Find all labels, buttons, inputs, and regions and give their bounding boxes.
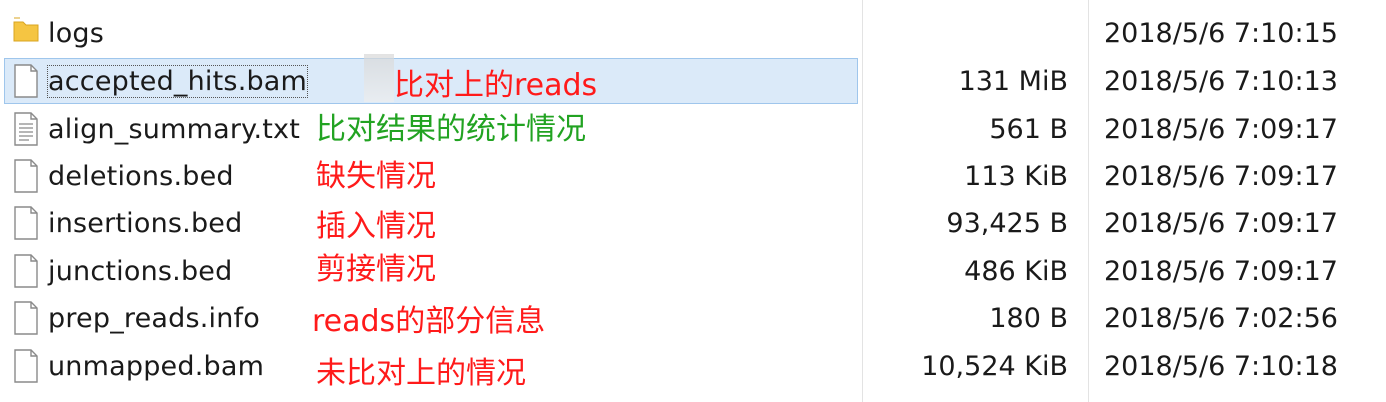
file-row-deletions[interactable]: deletions.bed 缺失情况 113 KiB 2018/5/6 7:09…: [0, 153, 1386, 199]
file-size: 113 KiB: [964, 161, 1068, 192]
folder-icon: [13, 17, 39, 42]
annotation-note: reads的部分信息: [312, 304, 546, 339]
file-name[interactable]: accepted_hits.bam: [46, 65, 309, 98]
file-name: insertions.bed: [48, 208, 243, 239]
file-size: 93,425 B: [946, 208, 1068, 239]
annotation-note: 缺失情况: [316, 159, 436, 194]
text-file-icon: [14, 112, 38, 146]
file-date: 2018/5/6 7:09:17: [1104, 161, 1338, 192]
file-size: 561 B: [989, 114, 1068, 145]
file-name: logs: [48, 18, 105, 49]
blurred-region: [364, 54, 394, 102]
file-date: 2018/5/6 7:10:18: [1104, 351, 1338, 382]
file-name: unmapped.bam: [48, 351, 265, 382]
file-name: junctions.bed: [48, 256, 233, 287]
file-name: prep_reads.info: [48, 303, 260, 334]
file-name: deletions.bed: [48, 161, 234, 192]
file-icon: [14, 349, 38, 383]
file-size: 180 B: [989, 303, 1068, 334]
file-icon: [14, 254, 38, 288]
file-icon: [14, 301, 38, 335]
file-row-unmapped[interactable]: unmapped.bam 未比对上的情况 10,524 KiB 2018/5/6…: [0, 343, 1386, 389]
file-size: 10,524 KiB: [921, 351, 1068, 382]
file-icon: [14, 159, 38, 193]
file-row-align-summary[interactable]: align_summary.txt 比对结果的统计情况 561 B 2018/5…: [0, 106, 1386, 152]
file-date: 2018/5/6 7:09:17: [1104, 256, 1338, 287]
file-row-prep-reads[interactable]: prep_reads.info reads的部分信息 180 B 2018/5/…: [0, 295, 1386, 341]
annotation-note: 比对结果的统计情况: [316, 112, 586, 147]
file-date: 2018/5/6 7:10:15: [1104, 18, 1338, 49]
file-row-insertions[interactable]: insertions.bed 插入情况 93,425 B 2018/5/6 7:…: [0, 200, 1386, 246]
file-date: 2018/5/6 7:09:17: [1104, 208, 1338, 239]
annotation-note: 未比对上的情况: [316, 356, 526, 391]
file-size: 131 MiB: [958, 66, 1068, 97]
file-name: align_summary.txt: [48, 114, 300, 145]
file-size: 486 KiB: [964, 256, 1068, 287]
file-row-logs[interactable]: logs 2018/5/6 7:10:15: [0, 10, 1386, 56]
file-row-accepted-hits[interactable]: accepted_hits.bam 比对上的reads 131 MiB 2018…: [0, 54, 1386, 104]
file-icon: [14, 206, 38, 240]
file-date: 2018/5/6 7:10:13: [1104, 66, 1338, 97]
annotation-note: 插入情况: [316, 209, 436, 244]
file-icon: [14, 64, 38, 98]
annotation-note: 比对上的reads: [394, 68, 598, 103]
file-row-junctions[interactable]: junctions.bed 剪接情况 486 KiB 2018/5/6 7:09…: [0, 248, 1386, 294]
file-date: 2018/5/6 7:09:17: [1104, 114, 1338, 145]
file-date: 2018/5/6 7:02:56: [1104, 303, 1338, 334]
annotation-note: 剪接情况: [316, 252, 436, 287]
